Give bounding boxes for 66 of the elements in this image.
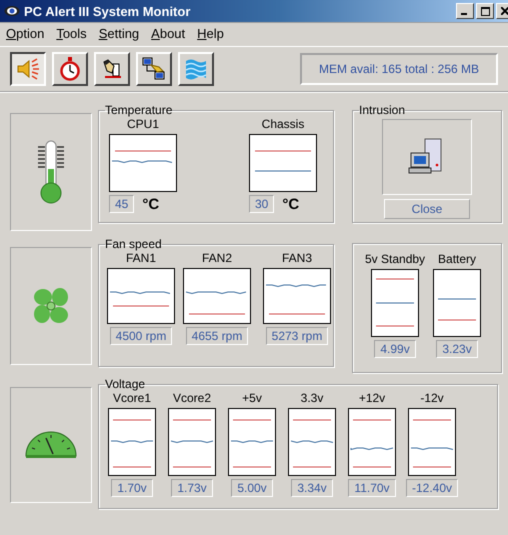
toolbar-button[interactable]: [10, 52, 46, 86]
network-icon: [141, 57, 167, 81]
voltage-reading: 4.99v: [374, 340, 416, 358]
menu-item[interactable]: Option: [6, 26, 44, 42]
group-title: Temperature: [105, 103, 172, 117]
sensor-label: FAN2: [202, 251, 232, 265]
thermometer-icon: [36, 139, 66, 205]
sensor-label: 5v Standby: [365, 252, 426, 266]
maximize-button[interactable]: [476, 3, 494, 19]
sensor-label: Vcore2: [172, 391, 212, 405]
menu-item[interactable]: Help: [197, 26, 224, 42]
voltage-graph: [348, 408, 396, 476]
menu-item[interactable]: About: [151, 26, 186, 42]
close-button[interactable]: Close: [384, 199, 470, 219]
voltage-reading: 11.70v: [348, 479, 396, 497]
voltage-reading: 5.00v: [231, 479, 273, 497]
hand-icon: [101, 58, 123, 80]
fan-graph: [107, 268, 175, 324]
voltage-reading: 3.34v: [291, 479, 333, 497]
window-title: PC Alert III System Monitor: [24, 4, 190, 18]
waves-icon: [185, 58, 207, 80]
memory-status: MEM avail: 165 total : 256 MB: [300, 53, 498, 85]
menu-item[interactable]: Tools: [56, 26, 87, 42]
sensor-label: -12v: [420, 391, 444, 405]
voltage-graph: [371, 269, 420, 337]
speaker-icon: [16, 58, 40, 80]
voltage-graph: [433, 269, 482, 337]
minimize-button[interactable]: [456, 3, 474, 19]
sensor-label: Chassis: [262, 117, 304, 131]
voltage-reading: 1.70v: [111, 479, 153, 497]
sensor-label: Vcore1: [112, 391, 152, 405]
group-title: Voltage: [105, 377, 146, 391]
temperature-reading: 45: [109, 195, 134, 213]
menu-item[interactable]: Setting: [98, 26, 140, 42]
fan-graph: [183, 268, 251, 324]
group-title: Intrusion: [359, 103, 406, 117]
maximize-icon: [480, 6, 490, 16]
voltage-graph: [108, 408, 156, 476]
unit-label: °C: [282, 196, 300, 212]
sensor-label: +5v: [242, 391, 262, 405]
stopwatch-icon: [60, 57, 80, 81]
close-icon: [501, 7, 508, 15]
sensor-label: FAN1: [126, 251, 156, 265]
unit-label: °C: [142, 196, 160, 212]
fan-graph: [263, 268, 331, 324]
fan-reading: 4500 rpm: [110, 327, 172, 345]
voltage-reading: -12.40v: [406, 479, 458, 497]
gauge-icon: [24, 430, 78, 460]
voltage-graph: [408, 408, 456, 476]
voltage-reading: 1.73v: [171, 479, 213, 497]
voltage-reading: 3.23v: [436, 340, 478, 358]
sensor-label: CPU1: [126, 117, 159, 131]
temperature-graph: [249, 134, 317, 192]
sensor-label: +12v: [358, 391, 386, 405]
sensor-label: Battery: [438, 252, 476, 266]
group-title: Fan speed: [105, 237, 162, 251]
sensor-label: FAN3: [282, 251, 312, 265]
voltage-graph: [228, 408, 276, 476]
voltage-graph: [168, 408, 216, 476]
eye-icon: [4, 5, 20, 17]
fan-reading: 4655 rpm: [186, 327, 248, 345]
voltage-graph: [288, 408, 336, 476]
sensor-label: 3.3v: [300, 391, 324, 405]
temperature-reading: 30: [249, 195, 274, 213]
temperature-graph: [109, 134, 177, 192]
fan-reading: 5273 rpm: [266, 327, 328, 345]
